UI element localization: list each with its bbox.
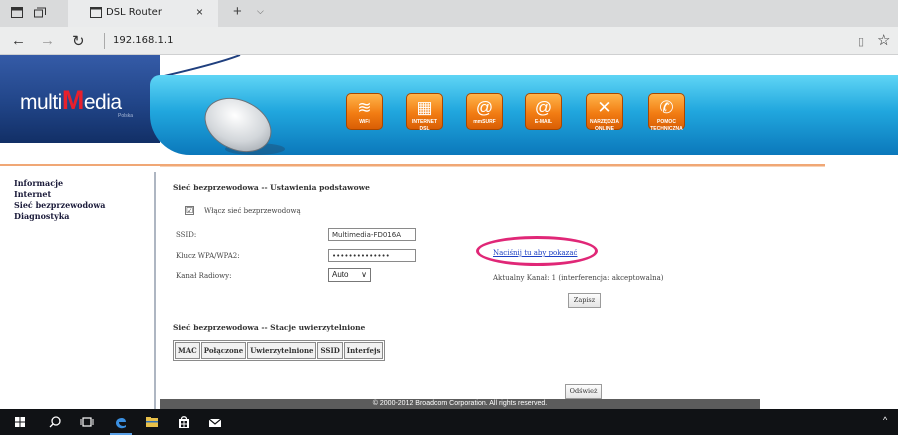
enable-wireless-label: Włącz sieć bezprzewodową: [204, 207, 301, 215]
browser-tab-bar: DSL Router × + ⌵: [0, 0, 898, 27]
email-icon: @: [534, 98, 553, 117]
show-key-link[interactable]: Naciśnij tu aby pokazać: [493, 249, 577, 257]
wifi-button-label: WiFi: [359, 119, 370, 125]
stations-table: MAC Połączone Uwierzytelnione SSID Inter…: [173, 340, 386, 361]
tab-preview-icon[interactable]: [11, 7, 23, 18]
logo-subtitle: Polska: [118, 113, 134, 119]
column-header-authenticated: Uwierzytelnione: [247, 342, 317, 359]
column-header-mac: MAC: [175, 342, 200, 359]
router-icon: ▦: [416, 98, 433, 117]
set-aside-tabs-icon[interactable]: [34, 7, 46, 18]
logo-prefix: multi: [20, 91, 62, 114]
sidebar-item-wireless[interactable]: Sieć bezprzewodowa: [14, 200, 105, 211]
footer-copyright: © 2000-2012 Broadcom Corporation. All ri…: [160, 399, 760, 409]
sidebar: Informacje Internet Sieć bezprzewodowa D…: [6, 172, 156, 409]
file-explorer-icon[interactable]: [144, 414, 160, 430]
channel-label: Kanał Radiowy:: [176, 272, 232, 280]
address-bar[interactable]: 192.168.1.1: [113, 35, 173, 46]
reading-view-icon[interactable]: ▯: [858, 35, 864, 48]
wifi-icon: ≋: [357, 98, 372, 117]
tech-support-button[interactable]: ✆ POMOC TECHNICZNA: [648, 93, 685, 132]
wpa-key-label: Klucz WPA/WPA2:: [176, 252, 240, 260]
wifi-button[interactable]: ≋ WiFi: [346, 93, 383, 130]
ssid-label: SSID:: [176, 231, 197, 239]
stations-header-row: MAC Połączone Uwierzytelnione SSID Inter…: [175, 342, 384, 359]
at-icon: @: [475, 98, 494, 117]
page-icon: [90, 7, 102, 18]
enable-wireless-checkbox[interactable]: ☑: [185, 206, 194, 215]
chevron-down-icon: ∨: [361, 270, 367, 279]
channel-select-value: Auto: [332, 270, 349, 279]
online-tools-button[interactable]: ✕ NARZĘDZIA ONLINE: [586, 93, 623, 132]
windows-start-icon[interactable]: [12, 414, 28, 430]
save-button[interactable]: Zapisz: [568, 293, 601, 308]
search-icon[interactable]: [47, 414, 63, 430]
browser-nav-bar: ← → ↻ 192.168.1.1 ▯ ☆: [0, 27, 898, 55]
column-header-interface: Interfejs: [343, 342, 384, 359]
tab-menu-icon[interactable]: ⌵: [257, 6, 264, 17]
tab-title: DSL Router: [106, 7, 162, 18]
mail-icon[interactable]: [207, 414, 223, 430]
back-arrow-icon[interactable]: ←: [11, 32, 26, 49]
stations-title: Sieć bezprzewodowa -- Stacje uwierzyteln…: [173, 323, 366, 332]
mmsurf-button[interactable]: @ mmSURF: [466, 93, 503, 130]
channel-select[interactable]: Auto ∨: [328, 268, 371, 282]
tools-icon: ✕: [597, 98, 612, 117]
logo-m: M: [61, 85, 85, 115]
header-divider-shadow: [160, 166, 825, 167]
multimedia-logo: multiMedia: [20, 85, 122, 116]
refresh-button[interactable]: Odśwież: [565, 384, 602, 399]
mmsurf-button-label: mmSURF: [473, 119, 496, 125]
internet-dsl-button[interactable]: ▦ INTERNET DSL: [406, 93, 443, 132]
tab-close-icon[interactable]: ×: [196, 5, 203, 19]
wpa-key-input[interactable]: ••••••••••••••: [328, 249, 416, 262]
address-separator: [104, 33, 105, 49]
current-channel-text: Aktualny Kanał: 1 (interferencja: akcept…: [493, 274, 664, 282]
ssid-input[interactable]: Multimedia-FD016A: [328, 228, 416, 241]
sidebar-item-internet[interactable]: Internet: [14, 189, 105, 200]
tray-chevron-up-icon[interactable]: ^: [883, 415, 887, 425]
task-view-icon[interactable]: [79, 414, 95, 430]
sidebar-item-informacje[interactable]: Informacje: [14, 178, 105, 189]
online-tools-button-label: NARZĘDZIA ONLINE: [590, 119, 619, 132]
favorite-star-icon[interactable]: ☆: [877, 31, 890, 49]
logo-panel: multiMedia Polska: [0, 55, 160, 143]
sidebar-menu: Informacje Internet Sieć bezprzewodowa D…: [14, 178, 105, 222]
main-content: Sieć bezprzewodowa -- Ustawienia podstaw…: [173, 175, 873, 405]
internet-dsl-button-label: INTERNET DSL: [412, 119, 437, 132]
email-button-label: E-MAIL: [534, 119, 553, 125]
column-header-connected: Połączone: [200, 342, 247, 359]
column-header-ssid: SSID: [317, 342, 343, 359]
windows-taskbar: ^: [0, 409, 898, 435]
store-icon[interactable]: [176, 414, 192, 430]
sidebar-item-diagnostyka[interactable]: Diagnostyka: [14, 211, 105, 222]
email-button[interactable]: @ E-MAIL: [525, 93, 562, 130]
refresh-icon[interactable]: ↻: [72, 32, 85, 50]
phone-icon: ✆: [659, 98, 674, 117]
new-tab-icon[interactable]: +: [233, 3, 242, 20]
tech-support-button-label: POMOC TECHNICZNA: [650, 119, 683, 132]
wireless-basic-title: Sieć bezprzewodowa -- Ustawienia podstaw…: [173, 183, 370, 192]
forward-arrow-icon[interactable]: →: [40, 32, 55, 49]
logo-suffix: edia: [83, 91, 122, 114]
router-page: multiMedia Polska ≋ WiFi ▦ INTERNET DSL …: [0, 55, 898, 409]
edge-icon[interactable]: [113, 414, 129, 430]
